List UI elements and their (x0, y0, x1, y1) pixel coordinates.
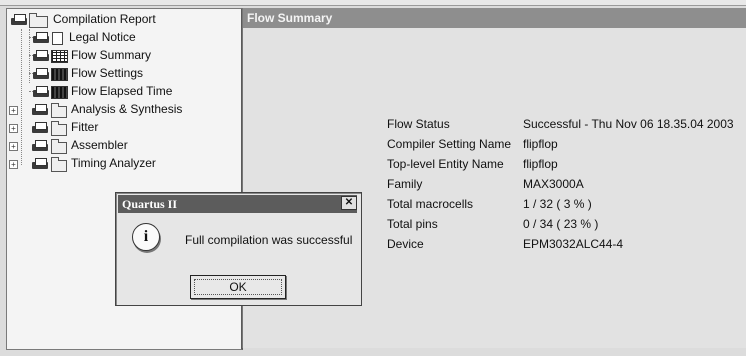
summary-value: 0 / 34 ( 23 % ) (523, 217, 599, 231)
table-icon (51, 86, 68, 99)
top-strip (0, 0, 746, 6)
app-frame: Compilation Report Legal Notice Flow Sum… (0, 0, 746, 356)
tree-item-label: Flow Summary (71, 48, 152, 62)
ok-button[interactable]: OK (190, 275, 286, 299)
tree-item-label: Timing Analyzer (71, 156, 156, 170)
summary-value: flipflop (523, 157, 558, 171)
tree-item-flow-settings[interactable]: Flow Settings (29, 65, 229, 82)
expand-icon[interactable]: + (9, 160, 18, 169)
summary-key: Device (387, 237, 424, 251)
tree-item-label: Fitter (71, 120, 99, 134)
table-icon (51, 68, 68, 81)
folder-icon (51, 121, 67, 136)
tree-item-analysis-synthesis[interactable]: + Analysis & Synthesis (9, 101, 229, 118)
tree-item-timing-analyzer[interactable]: + Timing Analyzer (9, 155, 229, 172)
printer-icon (32, 140, 48, 152)
summary-header: Flow Summary (243, 8, 746, 28)
printer-icon (32, 104, 48, 116)
info-icon: i (132, 223, 160, 251)
dialog-title: Quartus II (118, 195, 357, 213)
tree-item-flow-summary[interactable]: Flow Summary (29, 47, 229, 64)
summary-value: Successful - Thu Nov 06 18.35.04 2003 (523, 117, 734, 131)
summary-value: 1 / 32 ( 3 % ) (523, 197, 592, 211)
tree-root-label: Compilation Report (53, 12, 156, 26)
message-dialog: Quartus II ✕ i Full compilation was succ… (115, 192, 362, 306)
summary-value: EPM3032ALC44-4 (523, 237, 624, 251)
close-icon[interactable]: ✕ (341, 196, 357, 210)
printer-icon (11, 14, 27, 26)
tree-item-flow-elapsed-time[interactable]: Flow Elapsed Time (29, 83, 229, 100)
printer-icon (32, 122, 48, 134)
expand-icon[interactable]: + (9, 124, 18, 133)
summary-key: Family (387, 177, 423, 191)
folder-icon (51, 103, 67, 118)
summary-key: Compiler Setting Name (387, 137, 512, 151)
expand-icon[interactable]: + (9, 142, 18, 151)
printer-icon (32, 158, 48, 170)
folder-open-icon (29, 13, 48, 28)
folder-icon (51, 157, 67, 172)
folder-icon (51, 139, 67, 154)
summary-value: MAX3000A (523, 177, 584, 191)
document-icon (52, 32, 63, 45)
tree-item-legal-notice[interactable]: Legal Notice (29, 29, 229, 46)
printer-icon (33, 68, 49, 80)
summary-key: Total pins (387, 217, 438, 231)
tree-item-fitter[interactable]: + Fitter (9, 119, 229, 136)
summary-key: Total macrocells (387, 197, 474, 211)
summary-key: Flow Status (387, 117, 450, 131)
tree-item-label: Legal Notice (69, 30, 136, 44)
tree-item-label: Assembler (71, 138, 128, 152)
tree-item-assembler[interactable]: + Assembler (9, 137, 229, 154)
table-icon (51, 50, 68, 63)
printer-icon (33, 50, 49, 62)
tree-item-label: Flow Elapsed Time (71, 84, 173, 98)
tree-item-label: Flow Settings (71, 66, 144, 80)
focus-ring (194, 279, 282, 295)
printer-icon (33, 86, 49, 98)
tree-item-label: Analysis & Synthesis (71, 102, 183, 116)
summary-key: Top-level Entity Name (387, 157, 504, 171)
dialog-message: Full compilation was successful (185, 233, 353, 247)
printer-icon (33, 32, 49, 44)
expand-icon[interactable]: + (9, 106, 18, 115)
summary-value: flipflop (523, 137, 558, 151)
